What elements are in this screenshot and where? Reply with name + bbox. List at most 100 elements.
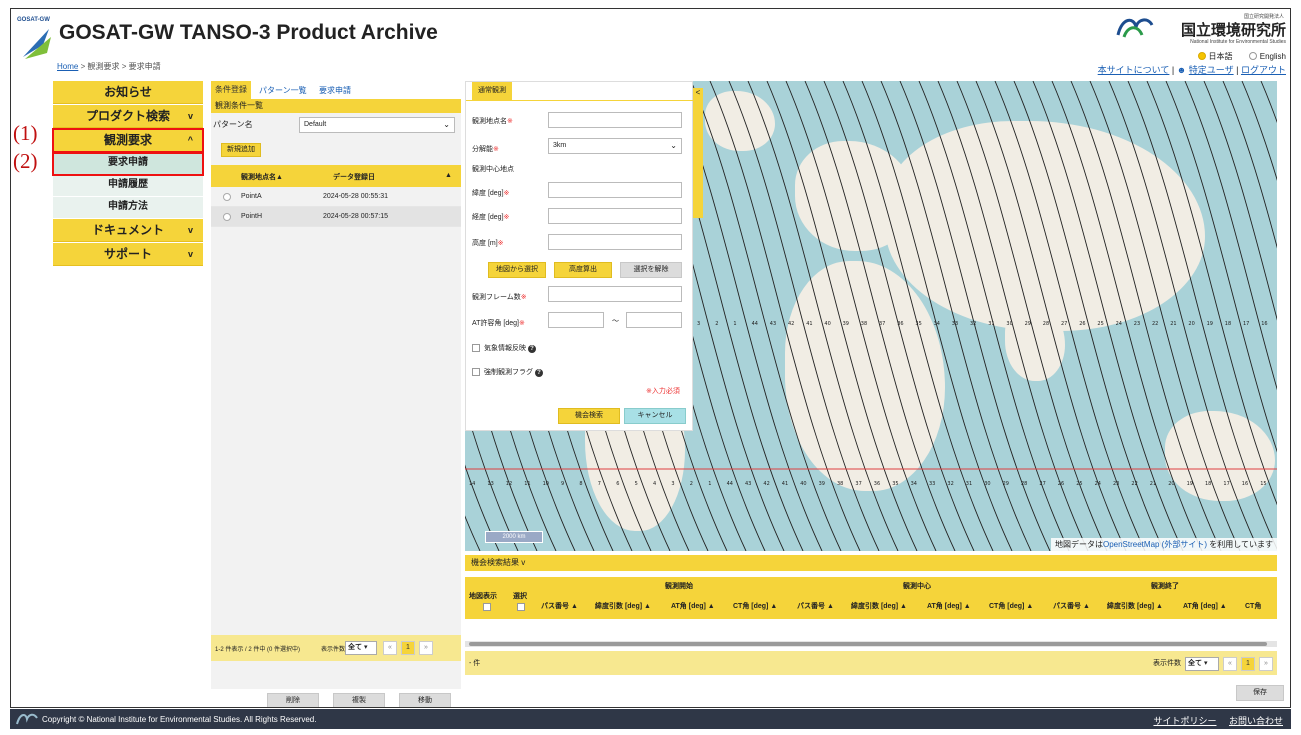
horizontal-scrollbar[interactable] — [465, 641, 1277, 647]
col-site-name[interactable]: 観測地点名▲ — [241, 172, 283, 182]
search-opportunity-button[interactable]: 機会検索 — [558, 408, 620, 424]
tab-normal-observation[interactable]: 通常観測 — [472, 82, 512, 100]
select-from-map-button[interactable]: 地図から選択 — [488, 262, 546, 278]
tab-request[interactable]: 要求申請 — [319, 85, 351, 96]
longitude-input[interactable] — [548, 208, 682, 224]
results-per-page-select[interactable]: 全て ▾ — [1185, 657, 1219, 671]
at-angle-min-input[interactable] — [548, 312, 604, 328]
per-page-select[interactable]: 全て ▾ — [345, 641, 377, 655]
group-center: 観測中心 — [903, 583, 931, 590]
required-mark: ※ — [520, 294, 527, 301]
site-policy-link[interactable]: サイトポリシー — [1153, 716, 1216, 726]
chevron-down-icon: v — [521, 558, 526, 567]
sort-asc-icon[interactable]: ▲ — [445, 172, 452, 179]
select-all-checkbox[interactable] — [517, 603, 525, 611]
col-center-lat-arg[interactable]: 緯度引数 [deg] ▲ — [851, 601, 907, 611]
map-display-all-checkbox[interactable] — [483, 603, 491, 611]
add-new-button[interactable]: 新規追加 — [221, 143, 261, 157]
col-start-at[interactable]: AT角 [deg] ▲ — [671, 601, 715, 611]
forced-flag-checkbox[interactable] — [472, 368, 480, 376]
help-icon[interactable]: ? — [528, 345, 536, 353]
weather-reflect-checkbox[interactable] — [472, 344, 480, 352]
table-row[interactable]: PointH 2024-05-28 00:57:15 — [211, 207, 461, 227]
calc-altitude-button[interactable]: 高度算出 — [554, 262, 612, 278]
sidebar-item-documents[interactable]: ドキュメント v — [53, 219, 203, 242]
specific-user-link[interactable]: 特定ユーザ — [1189, 65, 1234, 75]
results-page-1-button[interactable]: 1 — [1241, 657, 1255, 671]
sidebar-item-label: プロダクト検索 — [85, 109, 170, 123]
logout-link[interactable]: ログアウト — [1241, 65, 1286, 75]
col-end-path[interactable]: パス番号 ▲ — [1053, 601, 1090, 611]
col-start-ct[interactable]: CT角 [deg] ▲ — [733, 601, 777, 611]
latitude-input[interactable] — [548, 182, 682, 198]
pattern-select-value: Default — [304, 121, 327, 128]
scrollbar-thumb[interactable] — [469, 642, 1267, 646]
copyright: Copyright © National Institute for Envir… — [42, 715, 317, 724]
path-number-label: 16 — [1261, 321, 1267, 327]
at-angle-max-input[interactable] — [626, 312, 682, 328]
table-row[interactable]: PointA 2024-05-28 00:55:31 — [211, 187, 461, 207]
delete-button[interactable]: 削除 — [267, 693, 319, 707]
path-number-label: 4 — [653, 481, 656, 487]
cancel-button[interactable]: キャンセル — [624, 408, 686, 424]
results-header[interactable]: 機会検索結果 v — [465, 555, 1277, 571]
clear-selection-button[interactable]: 選択を解除 — [620, 262, 682, 278]
col-registration-date[interactable]: データ登録日 — [333, 172, 375, 182]
path-number-label: 11 — [524, 481, 530, 487]
col-center-ct[interactable]: CT角 [deg] ▲ — [989, 601, 1033, 611]
sidebar-item-news[interactable]: お知らせ — [53, 81, 203, 104]
path-number-label: 29 — [1025, 321, 1031, 327]
altitude-input[interactable] — [548, 234, 682, 250]
next-page-button[interactable]: » — [419, 641, 433, 655]
orbit-track — [1013, 81, 1165, 551]
site-name-input[interactable] — [548, 112, 682, 128]
chevron-down-icon: v — [187, 225, 193, 235]
link-sep-1: | — [1171, 65, 1175, 75]
sidebar-subitem-history[interactable]: 申請履歴 — [53, 175, 203, 196]
osm-link[interactable]: OpenStreetMap (外部サイト) — [1103, 540, 1207, 549]
lang-en[interactable]: English — [1248, 52, 1286, 61]
gosat-logo[interactable]: GOSAT-GW — [17, 17, 61, 59]
forced-flag-label: 強制観測フラグ? — [484, 367, 543, 377]
row-radio[interactable] — [223, 193, 231, 201]
col-end-at[interactable]: AT角 [deg] ▲ — [1183, 601, 1227, 611]
path-number-label: 43 — [745, 481, 751, 487]
results-count: - 件 — [469, 660, 481, 667]
orbit-track — [899, 81, 1051, 551]
contact-link[interactable]: お問い合わせ — [1229, 716, 1283, 726]
breadcrumb-home[interactable]: Home — [57, 62, 78, 71]
institute-logo[interactable]: 国立研究開発法人 国立環境研究所 National Institute for … — [1116, 13, 1286, 49]
sidebar-item-product-search[interactable]: プロダクト検索 v — [53, 105, 203, 128]
save-button[interactable]: 保存 — [1236, 685, 1284, 701]
col-start-path[interactable]: パス番号 ▲ — [541, 601, 578, 611]
breadcrumb-level1: 観測要求 — [87, 62, 120, 71]
resolution-select[interactable]: 3km ⌄ — [548, 138, 682, 154]
col-center-at[interactable]: AT角 [deg] ▲ — [927, 601, 971, 611]
frame-count-input[interactable] — [548, 286, 682, 302]
top-links: 本サイトについて | ☻ 特定ユーザ | ログアウト — [1098, 63, 1286, 76]
page-1-button[interactable]: 1 — [401, 641, 415, 655]
results-prev-button[interactable]: « — [1223, 657, 1237, 671]
collapse-panel-button[interactable]: < — [693, 88, 703, 218]
path-number-label: 42 — [788, 321, 794, 327]
help-icon[interactable]: ? — [535, 369, 543, 377]
col-center-path[interactable]: パス番号 ▲ — [797, 601, 834, 611]
results-next-button[interactable]: » — [1259, 657, 1273, 671]
tab-pattern-list[interactable]: パターン一覧 — [259, 85, 307, 96]
pattern-select[interactable]: Default ⌄ — [299, 117, 455, 133]
prev-page-button[interactable]: « — [383, 641, 397, 655]
sidebar-item-support[interactable]: サポート v — [53, 243, 203, 266]
col-end-ct[interactable]: CT角 — [1245, 601, 1261, 611]
copy-button[interactable]: 複製 — [333, 693, 385, 707]
lang-ja[interactable]: 日本語 — [1197, 52, 1233, 61]
row-radio[interactable] — [223, 213, 231, 221]
frame-count-text: 観測フレーム数 — [472, 294, 521, 301]
col-start-lat-arg[interactable]: 緯度引数 [deg] ▲ — [595, 601, 651, 611]
institute-en: National Institute for Environmental Stu… — [1190, 39, 1286, 45]
col-end-lat-arg[interactable]: 緯度引数 [deg] ▲ — [1107, 601, 1163, 611]
move-button[interactable]: 移動 — [399, 693, 451, 707]
tab-register[interactable]: 条件登録 — [211, 81, 251, 99]
about-link[interactable]: 本サイトについて — [1098, 65, 1170, 75]
sidebar-subitem-howto[interactable]: 申請方法 — [53, 197, 203, 218]
path-number-label: 28 — [1021, 481, 1027, 487]
